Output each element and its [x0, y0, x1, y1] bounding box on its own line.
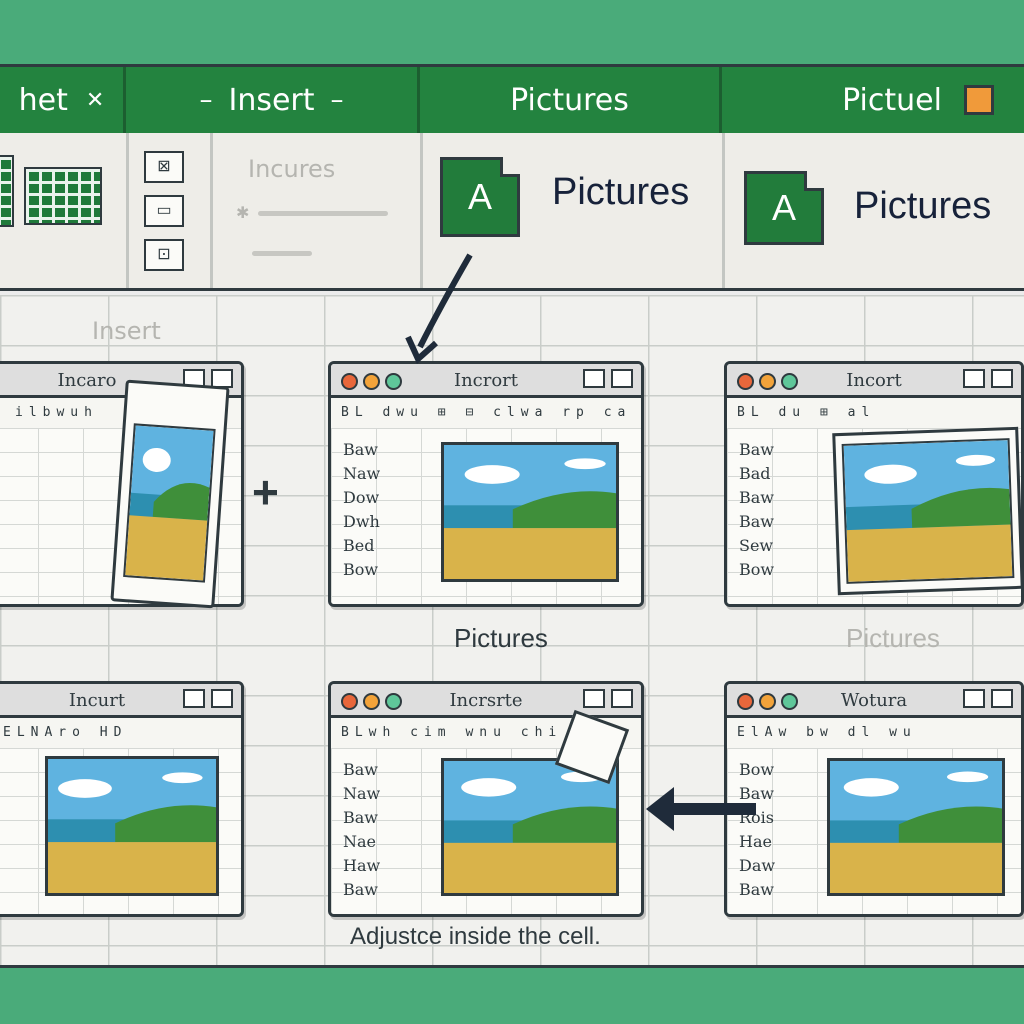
minimize-button[interactable] [583, 689, 605, 708]
window-insert: Incrort BL dwu ⊞ ⊟ clwa rp ca Baw Naw Do… [328, 361, 644, 607]
window-toolbar[interactable]: BL du ⊞ al [727, 398, 1021, 428]
faint-text-line [258, 211, 388, 216]
row-label: Sew [739, 536, 774, 555]
faint-text-line [252, 251, 312, 256]
arrow-down-icon [405, 253, 473, 364]
landscape-image [830, 761, 1002, 893]
plus-icon: + [252, 466, 279, 518]
window-titlebar: Incrort [331, 364, 641, 398]
row-label: Bow [343, 560, 379, 579]
window-titlebar: Incort [727, 364, 1021, 398]
row-label: Baw [343, 760, 378, 779]
landscape-image [444, 445, 616, 579]
row-labels: Baw Bad Baw Baw Sew Bow [739, 440, 774, 584]
row-label: Nae [343, 832, 377, 851]
row-labels: Baw Naw Baw Nae Haw Baw [343, 760, 380, 904]
tab-pictures[interactable]: Pictures [420, 67, 722, 133]
tab-sheet-label: het [18, 82, 68, 118]
window-titlebar: Incurt [0, 684, 241, 718]
row-label: Bed [343, 536, 375, 555]
excel-picture-icon[interactable]: A [744, 171, 824, 245]
row-label: Naw [343, 784, 381, 803]
row-label: Bad [739, 464, 771, 483]
row-label: Baw [739, 440, 774, 459]
landscape-image [125, 425, 214, 581]
row-label: Naw [343, 464, 381, 483]
inserted-picture[interactable] [832, 426, 1021, 596]
row-label: Daw [739, 856, 776, 875]
inserted-picture[interactable] [827, 758, 1005, 896]
maximize-button[interactable] [991, 689, 1013, 708]
row-label: Baw [343, 808, 378, 827]
window-insert: Incort BL du ⊞ al Baw Bad Baw Baw Sew Bo… [724, 361, 1024, 607]
ribbon-divider [126, 133, 129, 288]
landscape-image [48, 759, 216, 893]
illustration-board: het ✕ – Insert – Pictures Pictuel ⊠ ▭ ⊡ … [0, 64, 1024, 968]
pictures-caption: Pictures [454, 623, 548, 653]
minimize-button[interactable] [963, 369, 985, 388]
window-toolbar[interactable]: BL dwu ⊞ ⊟ clwa rp ca [331, 398, 641, 428]
row-label: Baw [739, 880, 774, 899]
inserted-picture[interactable] [441, 442, 619, 582]
minimize-button[interactable] [183, 689, 205, 708]
orange-square-icon [963, 85, 994, 115]
row-label: Dwh [343, 512, 380, 531]
dash-icon: – [199, 85, 213, 115]
row-label: Baw [739, 488, 774, 507]
faint-insert-label: Incures [248, 155, 336, 183]
tab-pictures-label: Pictures [510, 82, 629, 118]
tab-pictuel[interactable]: Pictuel [722, 67, 1024, 133]
minimize-button[interactable] [963, 689, 985, 708]
excel-icon-letter: A [467, 176, 492, 217]
inserted-picture[interactable] [441, 758, 619, 896]
maximize-button[interactable] [611, 689, 633, 708]
inserted-picture[interactable] [45, 756, 219, 896]
close-icon[interactable]: ✕ [86, 88, 104, 113]
row-label: Baw [739, 512, 774, 531]
excel-icon-letter: A [771, 187, 796, 228]
tab-insert[interactable]: – Insert – [126, 67, 420, 133]
window-titlebar: Incrsrte [331, 684, 641, 718]
image-frame-icon[interactable]: ⊠ [144, 151, 184, 183]
row-label: Dow [343, 488, 380, 507]
maximize-button[interactable] [611, 369, 633, 388]
landscape-image [444, 761, 616, 893]
tab-pictuel-label: Pictuel [842, 82, 942, 118]
pictures-ribbon-label[interactable]: Pictures [854, 185, 991, 228]
picture-icon[interactable]: ⊡ [144, 239, 184, 271]
maximize-button[interactable] [211, 689, 233, 708]
minimize-button[interactable] [583, 369, 605, 388]
ribbon-tab-bar: het ✕ – Insert – Pictures Pictuel [0, 67, 1024, 133]
row-labels: Baw Naw Dow Dwh Bed Bow [343, 440, 380, 584]
spreadsheet-icon[interactable] [0, 155, 14, 227]
excel-picture-icon[interactable]: A [440, 157, 520, 237]
tab-sheet[interactable]: het ✕ [0, 67, 126, 133]
picture-being-inserted[interactable] [110, 379, 230, 609]
window-toolbar[interactable]: ELNAro HD [0, 718, 241, 748]
table-grid-icon[interactable] [24, 167, 102, 225]
faint-star-icon: ✱ [236, 203, 250, 222]
dash-icon: – [330, 85, 344, 115]
ribbon-panel: ⊠ ▭ ⊡ Incures ✱ A Pictures A Pictures [0, 133, 1024, 291]
landscape-image [843, 440, 1013, 582]
ribbon-divider [210, 133, 213, 288]
window-titlebar: Wotura [727, 684, 1021, 718]
row-label: Baw [343, 880, 378, 899]
shape-icon[interactable]: ▭ [144, 195, 184, 227]
faint-insert-cell-text: Insert [92, 317, 161, 345]
window-insert: Wotura ElAw bw dl wu Bow Baw Rois Hae Da… [724, 681, 1024, 917]
tab-insert-label: Insert [228, 82, 315, 118]
pictures-ribbon-label[interactable]: Pictures [552, 171, 689, 214]
row-label: Bow [739, 560, 775, 579]
window-insert: Incurt ELNAro HD [0, 681, 244, 917]
adjust-caption: Adjustce inside the cell. [350, 923, 601, 950]
row-label: Haw [343, 856, 381, 875]
window-toolbar[interactable]: ElAw bw dl wu [727, 718, 1021, 748]
arrow-left-icon [646, 787, 756, 831]
pictures-caption-faded: Pictures [846, 623, 940, 653]
maximize-button[interactable] [991, 369, 1013, 388]
ribbon-divider [722, 133, 725, 288]
window-insert: Incrsrte BLwh cim wnu chi Baw Naw Baw Na… [328, 681, 644, 917]
row-label: Baw [343, 440, 378, 459]
